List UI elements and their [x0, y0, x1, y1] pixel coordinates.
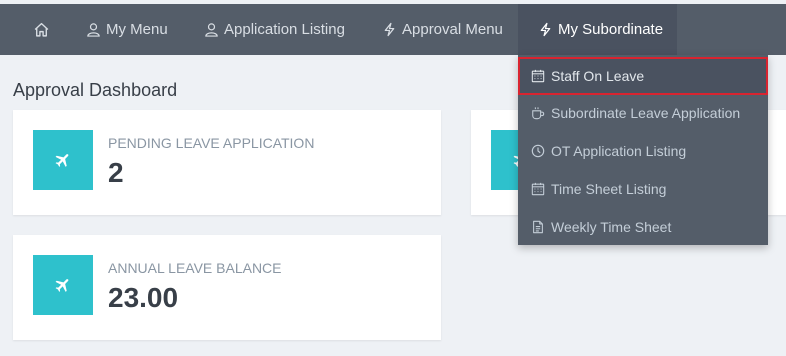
menu-item-weekly-time-sheet[interactable]: Weekly Time Sheet — [518, 208, 768, 246]
top-navbar: My Menu Application Listing Approval Men… — [0, 4, 786, 55]
plane-icon — [55, 279, 69, 292]
menu-item-label: Staff On Leave — [551, 68, 645, 84]
nav-application-listing-label: Application Listing — [224, 21, 345, 38]
menu-item-subordinate-leave-application[interactable]: Subordinate Leave Application — [518, 94, 768, 132]
calendar-icon — [531, 182, 545, 196]
menu-item-staff-on-leave[interactable]: Staff On Leave — [518, 57, 768, 95]
menu-item-ot-application-listing[interactable]: OT Application Listing — [518, 132, 768, 170]
menu-item-label: Weekly Time Sheet — [551, 219, 672, 235]
pending-leave-card[interactable]: PENDING LEAVE APPLICATION 2 — [13, 110, 441, 215]
nav-application-listing[interactable]: Application Listing — [204, 4, 345, 55]
nav-my-menu-label: My Menu — [106, 21, 168, 38]
nav-my-menu[interactable]: My Menu — [86, 4, 168, 55]
annual-leave-card[interactable]: ANNUAL LEAVE BALANCE 23.00 — [13, 235, 441, 340]
menu-item-time-sheet-listing[interactable]: Time Sheet Listing — [518, 170, 768, 208]
user-icon — [205, 23, 218, 37]
nav-approval-menu-label: Approval Menu — [402, 21, 503, 38]
my-subordinate-dropdown: Staff On Leave Subordinate Leave Applica… — [518, 55, 768, 245]
document-icon — [533, 220, 543, 234]
card-label: ANNUAL LEAVE BALANCE — [108, 260, 282, 276]
calendar-icon — [531, 69, 545, 83]
nav-home-button[interactable] — [21, 4, 61, 55]
card-label: PENDING LEAVE APPLICATION — [108, 135, 315, 151]
nav-my-subordinate-label: My Subordinate — [558, 21, 664, 38]
menu-item-label: OT Application Listing — [551, 143, 687, 159]
card-value: 23.00 — [108, 282, 179, 313]
nav-approval-menu[interactable]: Approval Menu — [382, 4, 503, 55]
clock-icon — [531, 144, 545, 158]
bolt-icon — [384, 22, 395, 37]
card-value: 2 — [108, 157, 124, 188]
card-icon-box — [33, 255, 93, 315]
menu-item-label: Time Sheet Listing — [551, 181, 667, 197]
nav-my-subordinate[interactable]: My Subordinate — [518, 4, 677, 55]
bolt-icon — [540, 22, 551, 37]
coffee-icon — [532, 107, 545, 120]
plane-icon — [55, 154, 69, 167]
menu-item-label: Subordinate Leave Application — [551, 105, 741, 121]
page-title: Approval Dashboard — [13, 80, 178, 100]
user-icon — [87, 23, 100, 37]
card-icon-box — [33, 130, 93, 190]
home-icon — [34, 22, 48, 37]
